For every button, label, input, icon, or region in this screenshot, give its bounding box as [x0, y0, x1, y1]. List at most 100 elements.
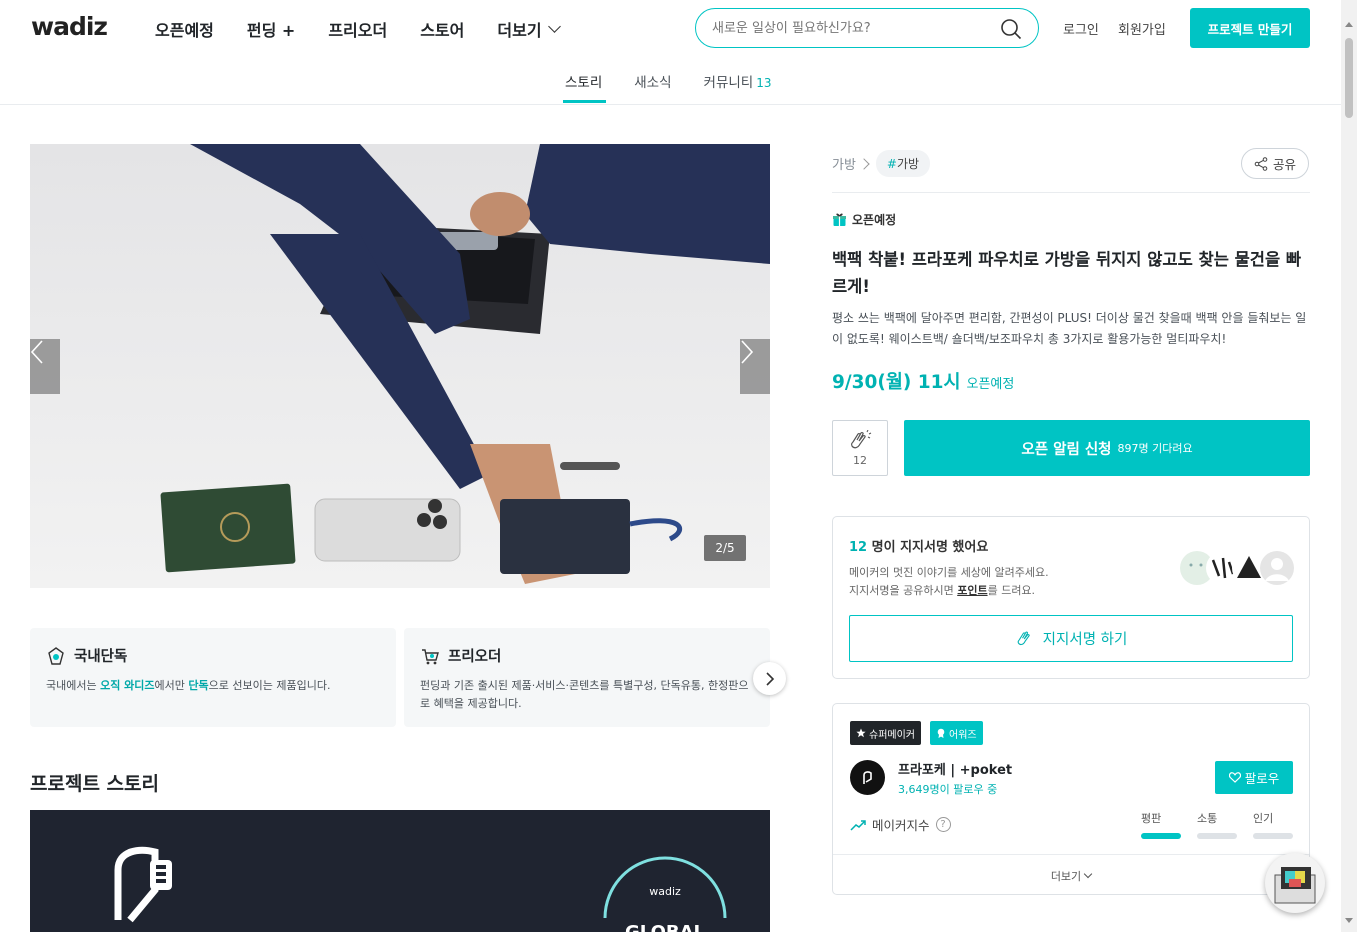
- desc-highlight: 단독: [188, 679, 209, 692]
- help-icon[interactable]: ?: [935, 817, 951, 832]
- signature-heading-text: 명이 지지서명 했어요: [867, 540, 989, 555]
- desc-highlight: 오직 와디즈: [100, 679, 155, 692]
- nav-item-preorder[interactable]: 프리오더: [328, 17, 387, 41]
- category-tag[interactable]: #가방: [875, 150, 931, 177]
- signature-line-2: 지지서명을 공유하시면 포인트를 드려요.: [849, 582, 1035, 598]
- story-banner-image: wadiz GLOBAL: [30, 810, 770, 932]
- metric-label: 인기: [1253, 812, 1274, 825]
- line-text: 지지서명을 공유하시면: [849, 584, 958, 597]
- notify-label: 오픈 알림 신청: [1021, 441, 1112, 458]
- notify-count: 897명 기다려요: [1117, 442, 1193, 455]
- search-input[interactable]: [712, 18, 992, 38]
- community-count: 13: [756, 76, 772, 90]
- star-icon: [856, 728, 866, 738]
- search-icon[interactable]: [1000, 18, 1022, 40]
- wadiz-logo[interactable]: wadiz: [31, 12, 108, 41]
- desc-part: 국내에서는: [46, 679, 101, 692]
- gallery-prev-button[interactable]: [30, 339, 60, 394]
- signature-line-1: 메이커의 멋진 이야기를 세상에 알려주세요.: [849, 566, 1049, 579]
- chevron-down-icon: [547, 20, 561, 33]
- chevron-right-icon: [765, 671, 774, 686]
- scroll-down-arrow[interactable]: [1345, 918, 1353, 923]
- maker-followers: 3,649명이 팔로우 중: [898, 783, 998, 796]
- main-nav: 오픈예정 펀딩 + 프리오더 스토어 더보기: [155, 17, 592, 41]
- heart-icon: [1228, 772, 1241, 783]
- sign-button[interactable]: 지지서명 하기: [849, 615, 1293, 662]
- banner-text: GLOBAL: [625, 922, 705, 932]
- desc-part: 으로 선보이는 제품입니다.: [208, 679, 331, 692]
- gallery-counter: 2/5: [704, 535, 746, 561]
- supporter-avatars: [1180, 551, 1294, 585]
- exclusive-badge-icon: [48, 646, 64, 665]
- open-date-label: 오픈예정: [966, 377, 1015, 392]
- product-gallery: 2/5: [30, 144, 770, 588]
- share-label: 공유: [1272, 157, 1296, 172]
- login-link[interactable]: 로그인: [1063, 19, 1099, 38]
- badge-label: 어워즈: [949, 729, 977, 741]
- tab-label: 커뮤니티: [703, 75, 754, 91]
- features-next-button[interactable]: [753, 662, 786, 695]
- tab-label: 스토리: [565, 75, 603, 91]
- point-link[interactable]: 포인트: [957, 584, 987, 597]
- scroll-up-arrow[interactable]: [1345, 22, 1353, 27]
- more-button[interactable]: 더보기: [833, 854, 1309, 894]
- nav-label: 더보기: [497, 21, 542, 40]
- banner-badge: wadiz: [649, 885, 681, 898]
- tab-story[interactable]: 스토리: [562, 71, 607, 104]
- divider: [832, 192, 1310, 193]
- feature-description: 국내에서는 오직 와디즈에서만 단독으로 선보이는 제품입니다.: [46, 677, 380, 695]
- status-label: 오픈예정: [852, 213, 897, 227]
- project-title: 백팩 착붙! 프라포케 파우치로 가방을 뒤지지 않고도 찾는 물건을 빠르게!: [832, 250, 1302, 296]
- tag-label: 가방: [896, 157, 920, 171]
- page-scrollbar[interactable]: [1341, 0, 1357, 932]
- badge-label: 슈퍼메이커: [869, 729, 915, 741]
- signature-heading: 12 명이 지지서명 했어요: [849, 536, 988, 555]
- cheer-button[interactable]: 12: [832, 420, 888, 476]
- chevron-down-icon: [1083, 869, 1093, 879]
- nav-item-upcoming[interactable]: 오픈예정: [155, 17, 214, 41]
- chevron-right-icon: [858, 157, 870, 170]
- nav-label: 펀딩 +: [246, 21, 296, 40]
- line-text: 를 드려요.: [987, 584, 1036, 597]
- cheer-count: 12: [853, 453, 867, 467]
- feature-title-text: 국내단독: [74, 649, 128, 665]
- feature-card-exclusive[interactable]: 국내단독 국내에서는 오직 와디즈에서만 단독으로 선보이는 제품입니다.: [30, 628, 396, 727]
- share-button[interactable]: 공유: [1241, 148, 1309, 179]
- gallery-next-button[interactable]: [740, 339, 770, 394]
- follow-button[interactable]: 팔로우: [1215, 761, 1293, 794]
- breadcrumb-category[interactable]: 가방: [832, 154, 856, 173]
- share-icon: [1254, 156, 1268, 171]
- floating-widget-button[interactable]: [1265, 853, 1325, 913]
- feature-card-preorder[interactable]: 프리오더 펀딩과 기존 출시된 제품·서비스·콘텐츠를 특별구성, 단독유통, …: [404, 628, 770, 727]
- header: wadiz 오픈예정 펀딩 + 프리오더 스토어 더보기 로그인 회원가입 프로…: [0, 0, 1341, 105]
- more-label: 더보기: [1050, 869, 1082, 883]
- chevron-right-icon: [741, 340, 754, 364]
- tab-news[interactable]: 새소식: [634, 71, 671, 104]
- maker-avatar[interactable]: [850, 760, 885, 795]
- super-maker-badge: 슈퍼메이커: [850, 721, 921, 745]
- make-project-button[interactable]: 프로젝트 만들기: [1190, 8, 1310, 48]
- metric-bar: [1253, 833, 1293, 839]
- open-notify-button[interactable]: 오픈 알림 신청 897명 기다려요: [904, 420, 1310, 476]
- nav-item-store[interactable]: 스토어: [420, 17, 464, 41]
- scroll-thumb[interactable]: [1345, 38, 1353, 118]
- poket-logo-icon: wadiz GLOBAL: [114, 846, 727, 932]
- tab-community[interactable]: 커뮤니티 13: [704, 71, 772, 104]
- metric-bar: [1197, 833, 1237, 839]
- metric-communication: 소통: [1197, 810, 1237, 839]
- tab-label: 새소식: [634, 75, 672, 91]
- awards-badge: 어워즈: [930, 721, 983, 745]
- clap-hand-icon: [1017, 631, 1030, 645]
- feature-title: 국내단독: [46, 645, 380, 666]
- cart-icon: [422, 648, 439, 664]
- product-thumbnail-icon: [1274, 867, 1316, 904]
- open-date: 9/30(월) 11시 오픈예정: [832, 368, 1014, 394]
- signup-link[interactable]: 회원가입: [1118, 19, 1166, 38]
- nav-item-more[interactable]: 더보기: [497, 17, 561, 41]
- nav-item-funding[interactable]: 펀딩 +: [247, 17, 295, 41]
- story-section-title: 프로젝트 스토리: [30, 773, 159, 795]
- signature-count: 12: [849, 540, 868, 555]
- metric-label: 소통: [1197, 812, 1218, 825]
- nav-label: 스토어: [420, 21, 465, 40]
- maker-name[interactable]: 프라포케 | +poket: [898, 759, 1012, 778]
